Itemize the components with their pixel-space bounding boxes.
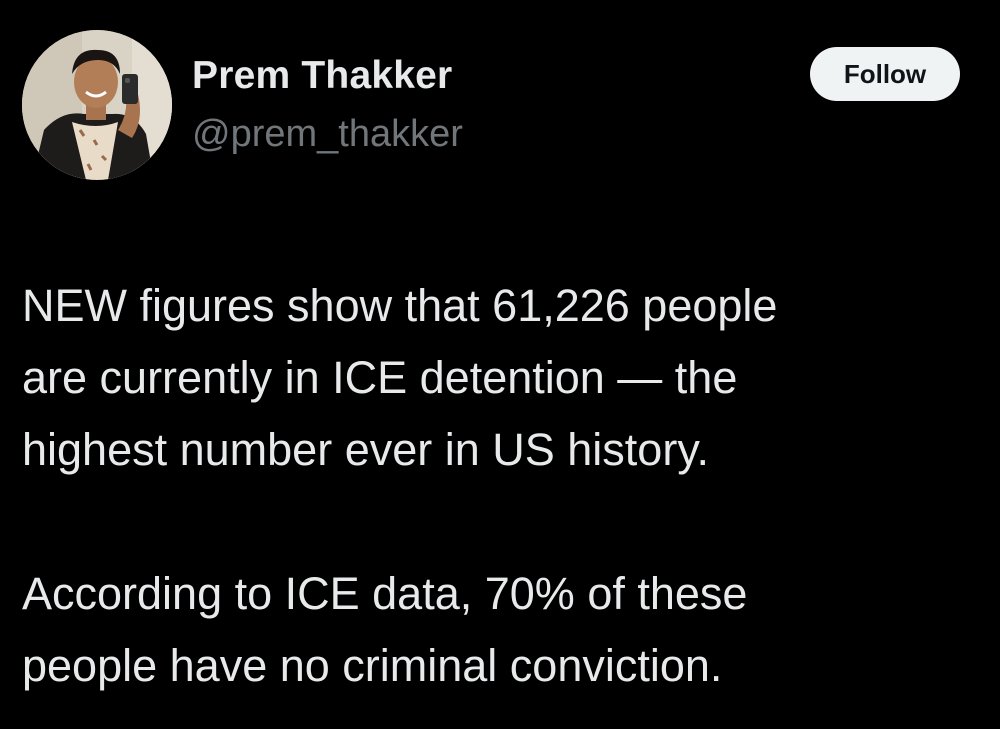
tweet-paragraph: According to ICE data, 70% of these peop… (22, 558, 982, 702)
tweet-line: are currently in ICE detention — the (22, 352, 738, 403)
tweet-line: NEW figures show that 61,226 people (22, 280, 778, 331)
tweet-header: Prem Thakker @prem_thakker Follow (22, 30, 962, 180)
tweet-card: Prem Thakker @prem_thakker Follow NEW fi… (0, 0, 1000, 729)
tweet-line: highest number ever in US history. (22, 424, 709, 475)
tweet-text: NEW figures show that 61,226 people are … (22, 270, 982, 702)
tweet-line: According to ICE data, 70% of these (22, 568, 748, 619)
author-names: Prem Thakker @prem_thakker (192, 52, 463, 158)
profile-photo-icon (22, 30, 172, 180)
author-display-name[interactable]: Prem Thakker (192, 52, 463, 100)
follow-button[interactable]: Follow (810, 47, 960, 101)
avatar[interactable] (22, 30, 172, 180)
author-handle[interactable]: @prem_thakker (192, 110, 463, 158)
tweet-paragraph: NEW figures show that 61,226 people are … (22, 270, 982, 486)
tweet-line: people have no criminal conviction. (22, 640, 723, 691)
